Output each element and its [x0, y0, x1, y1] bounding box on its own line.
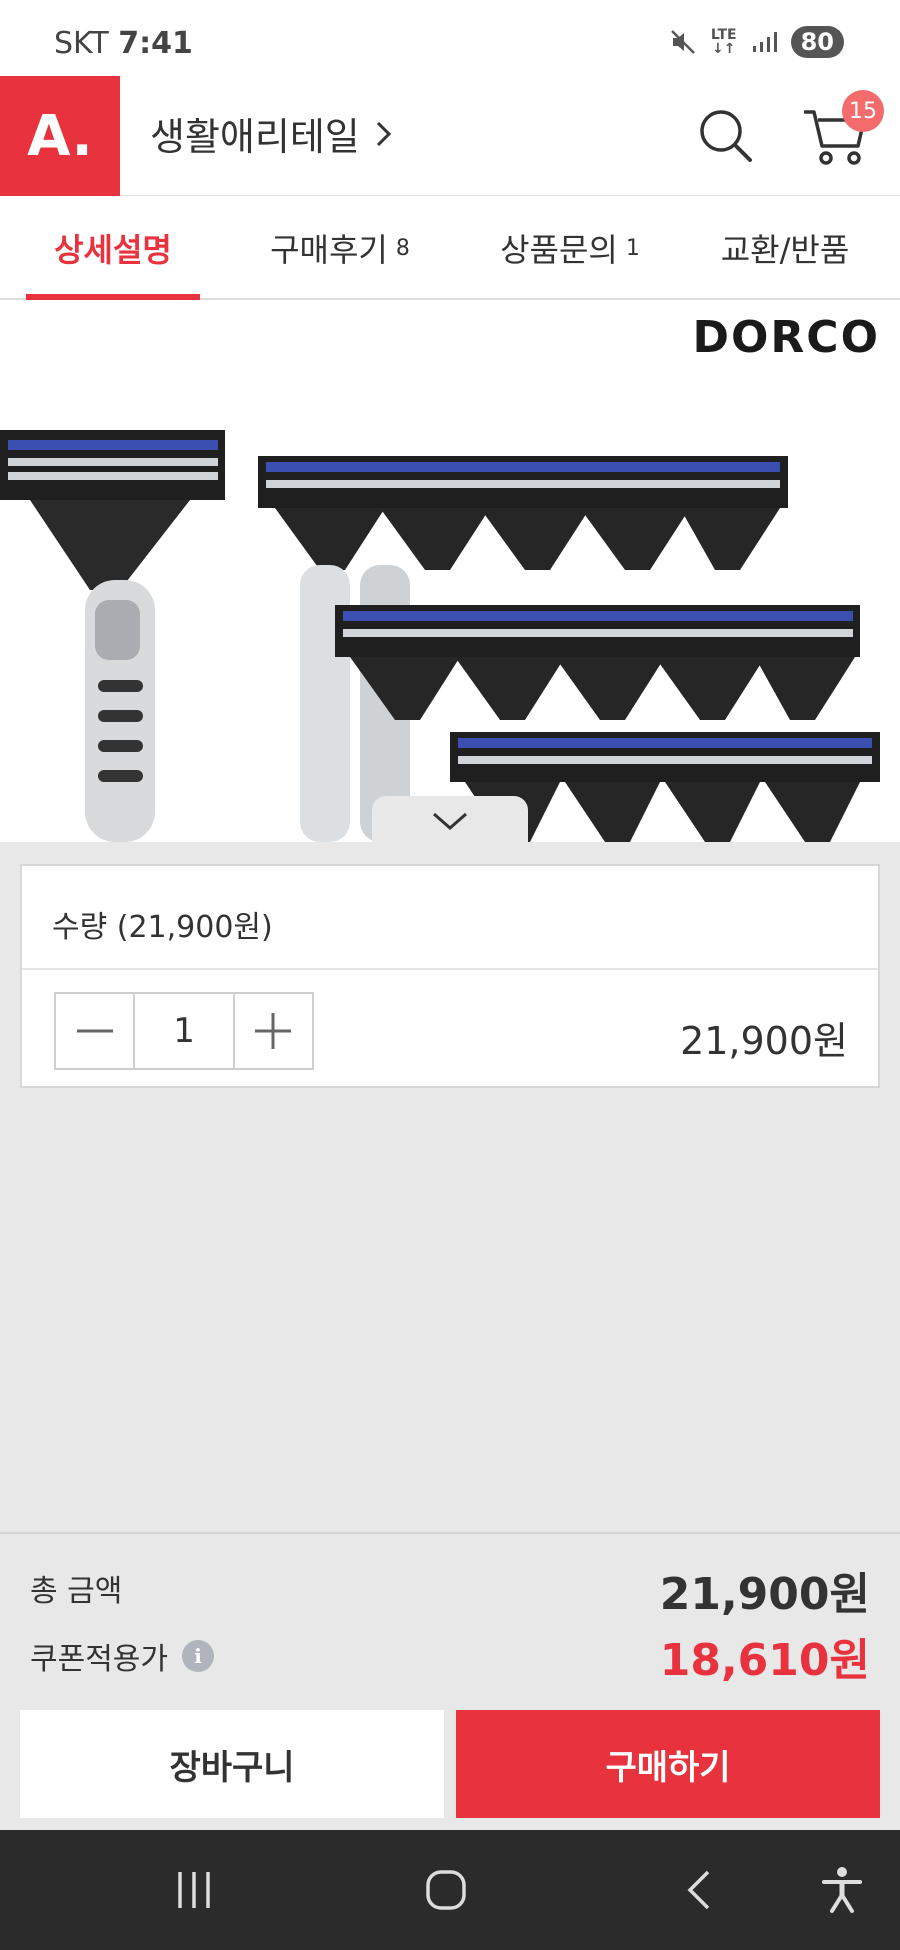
add-to-cart-button[interactable]: 장바구니	[20, 1710, 444, 1818]
mute-icon	[670, 30, 695, 54]
tab-count: 8	[395, 235, 410, 261]
tab-label: 상품문의	[500, 231, 618, 269]
info-icon[interactable]: i	[182, 1640, 214, 1672]
tab-returns[interactable]: 교환/반품	[700, 196, 870, 300]
coupon-value: 18,610원	[659, 1635, 870, 1686]
line-price: 21,900원	[680, 1019, 848, 1063]
quantity-value[interactable]: 1	[133, 994, 235, 1068]
tab-label: 구매후기	[270, 231, 388, 269]
quantity-title: 수량 (21,900원)	[52, 910, 273, 945]
buy-now-button[interactable]: 구매하기	[456, 1710, 880, 1818]
recent-apps-icon	[178, 1872, 210, 1908]
carrier-name: SKT	[54, 26, 109, 61]
app-logo[interactable]: A.	[0, 76, 120, 196]
category-link[interactable]: 생활애리테일	[150, 106, 394, 161]
decrease-button[interactable]	[56, 994, 133, 1068]
back-icon	[687, 1870, 710, 1910]
app-header: A. 생활애리테일	[0, 76, 900, 196]
status-icons: LTE ↓↑ 80	[669, 26, 844, 58]
search-button[interactable]	[694, 104, 758, 168]
coupon-price-row: 쿠폰적용가 i	[30, 1634, 214, 1678]
divider	[22, 968, 878, 970]
quantity-stepper: 1	[54, 992, 314, 1070]
recent-apps-button[interactable]	[164, 1860, 224, 1920]
signal-icon	[752, 32, 777, 52]
cart-count-badge: 15	[842, 90, 884, 132]
increase-button[interactable]	[235, 994, 312, 1068]
battery-level: 80	[790, 26, 844, 58]
search-icon	[700, 110, 752, 162]
chevron-right-icon	[376, 121, 391, 146]
system-nav-bar	[0, 1830, 900, 1950]
status-carrier: SKT 7:41	[54, 26, 193, 61]
tab-count: 1	[625, 235, 640, 261]
status-time: 7:41	[118, 26, 193, 61]
razor-product-image	[0, 430, 880, 842]
home-button[interactable]	[416, 1860, 476, 1920]
accessibility-icon	[822, 1867, 862, 1913]
tab-description[interactable]: 상세설명	[26, 196, 200, 300]
total-value: 21,900원	[659, 1569, 870, 1620]
chevron-down-icon	[433, 812, 467, 830]
quantity-panel: 수량 (21,900원) 1 21,900원	[20, 864, 880, 1088]
tab-label: 상세설명	[54, 231, 172, 269]
tab-qna[interactable]: 상품문의 1	[470, 196, 670, 300]
collapse-toggle[interactable]	[372, 796, 528, 842]
network-type: LTE ↓↑	[710, 27, 737, 57]
plus-icon	[255, 1013, 292, 1049]
product-detail-image: DORCO	[0, 300, 900, 842]
home-icon	[426, 1870, 466, 1910]
category-title: 생활애리테일	[150, 115, 360, 159]
back-button[interactable]	[670, 1860, 730, 1920]
status-bar: SKT 7:41 LTE ↓↑ 80	[0, 0, 900, 76]
coupon-label: 쿠폰적용가	[30, 1642, 168, 1677]
total-label: 총 금액	[30, 1574, 123, 1609]
tab-reviews[interactable]: 구매후기 8	[240, 196, 440, 300]
minus-icon	[76, 1029, 113, 1033]
detail-tabs: 상세설명 구매후기 8 상품문의 1 교환/반품	[0, 196, 900, 300]
accessibility-button[interactable]	[812, 1860, 872, 1920]
tab-label: 교환/반품	[720, 231, 850, 269]
